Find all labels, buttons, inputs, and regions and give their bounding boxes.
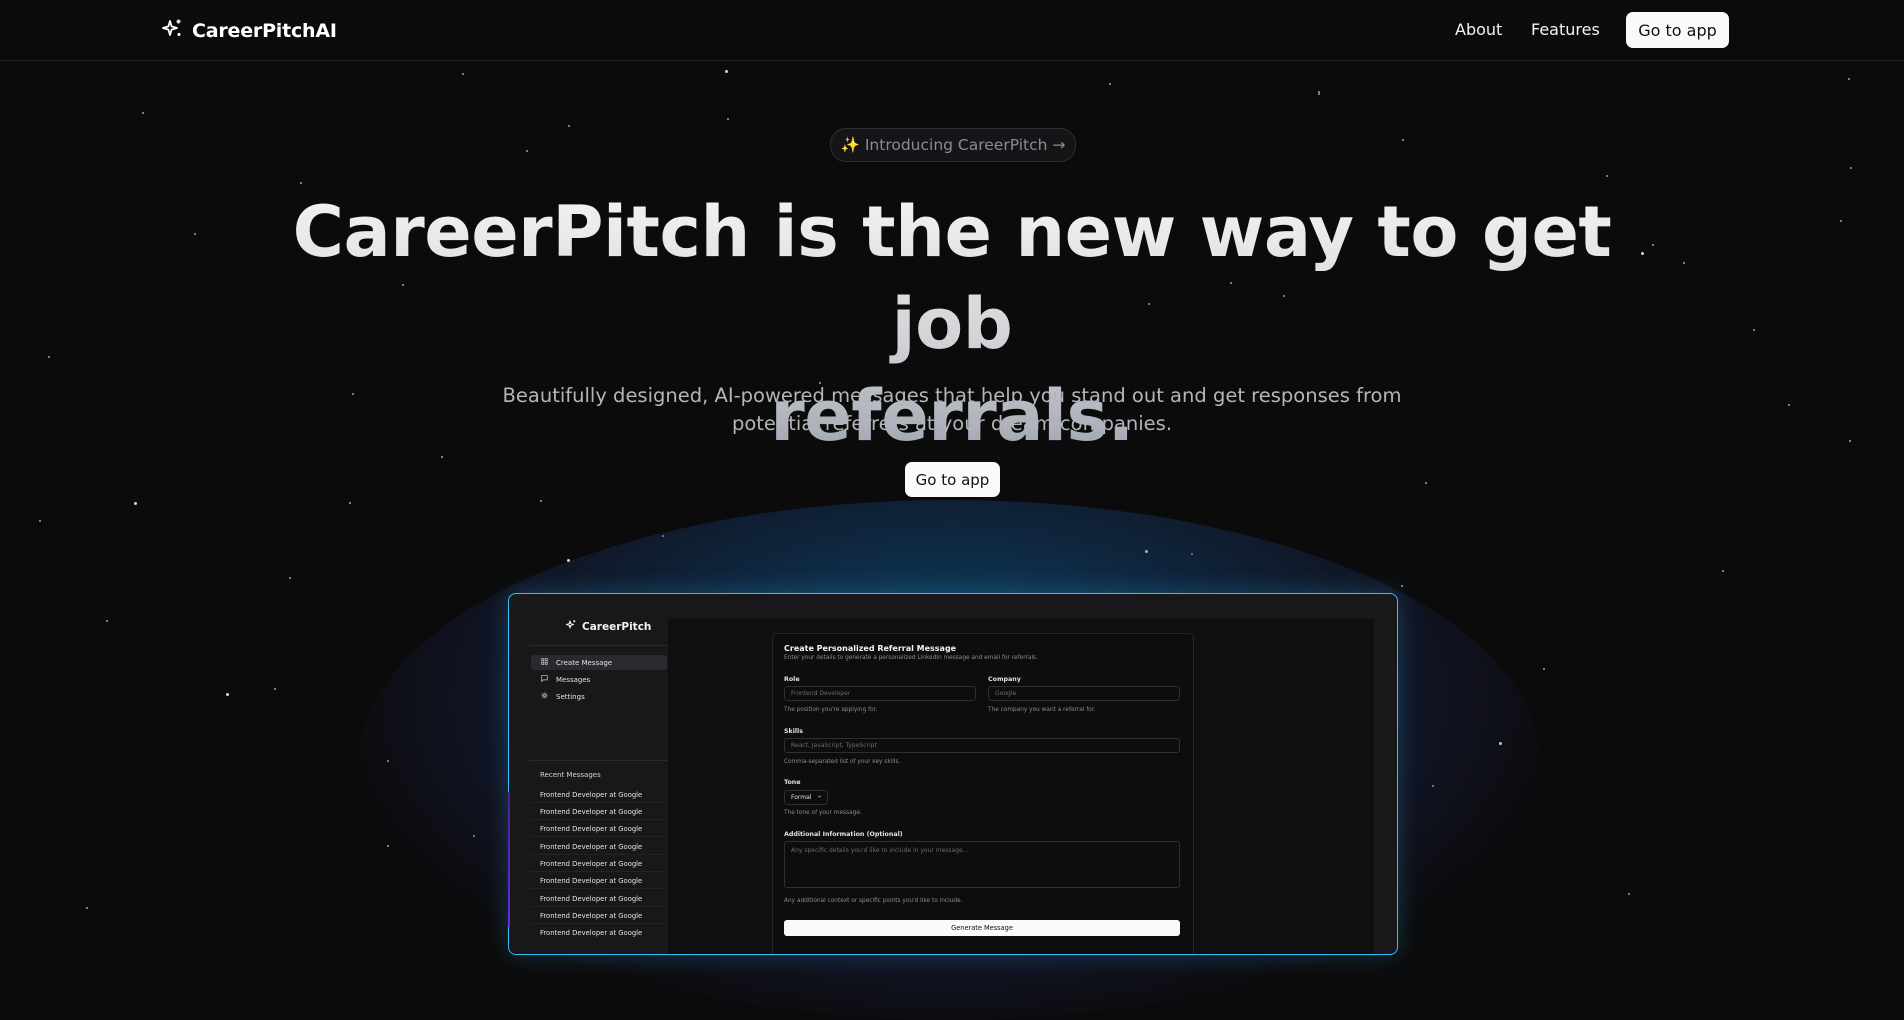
company-label: Company xyxy=(988,676,1021,683)
app-brand: CareerPitch xyxy=(565,619,651,634)
app-sidebar: CareerPitch Create Message Messages Sett… xyxy=(509,619,669,954)
generate-message-button[interactable]: Generate Message xyxy=(784,920,1180,936)
form-title: Create Personalized Referral Message xyxy=(784,644,957,653)
nav-go-to-app-button[interactable]: Go to app xyxy=(1626,12,1729,48)
hero-title-line-1: CareerPitch is the new way to get job xyxy=(292,191,1612,365)
additional-info-label: Additional Information (Optional) xyxy=(784,831,903,838)
frame-accent-edge xyxy=(508,792,510,927)
hero-go-to-app-button[interactable]: Go to app xyxy=(905,462,1000,497)
recent-message-item[interactable]: Frontend Developer at Google xyxy=(540,808,642,816)
sidebar-item-label: Create Message xyxy=(556,658,613,667)
sparkles-icon xyxy=(565,619,577,634)
tone-hint: The tone of your message. xyxy=(784,810,862,816)
recent-message-item[interactable]: Frontend Developer at Google xyxy=(540,912,642,920)
list-divider xyxy=(531,854,667,855)
recent-message-item[interactable]: Frontend Developer at Google xyxy=(540,825,642,833)
skills-hint: Comma-separated list of your key skills. xyxy=(784,759,901,765)
recent-message-item[interactable]: Frontend Developer at Google xyxy=(540,895,642,903)
gear-icon xyxy=(541,692,548,701)
list-divider xyxy=(531,888,667,889)
tone-select[interactable]: Formal xyxy=(784,790,828,805)
role-label: Role xyxy=(784,676,800,683)
recent-message-item[interactable]: Frontend Developer at Google xyxy=(540,843,642,851)
recent-message-item[interactable]: Frontend Developer at Google xyxy=(540,860,642,868)
brand-name: CareerPitchAI xyxy=(192,20,337,42)
company-hint: The company you want a referral for. xyxy=(988,707,1096,713)
sparkles-icon xyxy=(160,17,184,45)
app-brand-name: CareerPitch xyxy=(582,620,652,633)
additional-info-hint: Any additional context or specific point… xyxy=(784,898,963,904)
role-hint: The position you're applying for. xyxy=(784,707,878,713)
brand-logo[interactable]: CareerPitchAI xyxy=(160,17,337,45)
tone-label: Tone xyxy=(784,779,801,786)
sidebar-item-messages[interactable]: Messages xyxy=(531,672,667,687)
list-divider xyxy=(531,906,667,907)
skills-input[interactable]: React, JavaScript, TypeScript xyxy=(784,738,1180,753)
nav-link-features[interactable]: Features xyxy=(1531,20,1600,39)
role-input[interactable]: Frontend Developer xyxy=(784,686,976,701)
introducing-badge[interactable]: ✨ Introducing CareerPitch → xyxy=(830,128,1076,162)
app-preview-screenshot: CareerPitch Create Message Messages Sett… xyxy=(508,593,1398,955)
nav-link-about[interactable]: About xyxy=(1455,20,1502,39)
top-navbar: CareerPitchAI About Features Go to app xyxy=(0,0,1904,61)
list-divider xyxy=(531,819,667,820)
list-divider xyxy=(531,802,667,803)
recent-messages-title: Recent Messages xyxy=(540,771,601,779)
sidebar-item-label: Messages xyxy=(556,675,591,684)
recent-message-item[interactable]: Frontend Developer at Google xyxy=(540,791,642,799)
app-main-panel: Create Personalized Referral Message Ent… xyxy=(668,619,1374,954)
recent-message-item[interactable]: Frontend Developer at Google xyxy=(540,877,642,885)
message-icon xyxy=(541,675,548,684)
additional-info-textarea[interactable]: Any specific details you'd like to inclu… xyxy=(784,841,1180,888)
list-divider xyxy=(531,836,667,837)
skills-label: Skills xyxy=(784,728,803,735)
sidebar-item-settings[interactable]: Settings xyxy=(531,689,667,704)
recent-message-item[interactable]: Frontend Developer at Google xyxy=(540,929,642,937)
sidebar-item-label: Settings xyxy=(556,692,585,701)
create-message-form: Create Personalized Referral Message Ent… xyxy=(772,633,1194,954)
grid-icon xyxy=(541,658,548,667)
form-description: Enter your details to generate a persona… xyxy=(784,655,1038,661)
company-input[interactable]: Google xyxy=(988,686,1180,701)
sidebar-item-create-message[interactable]: Create Message xyxy=(531,655,667,670)
chevron-down-icon xyxy=(817,794,822,801)
hero-subtitle: Beautifully designed, AI-powered message… xyxy=(502,384,1402,435)
sidebar-divider xyxy=(529,645,669,646)
sidebar-divider xyxy=(529,760,669,761)
tone-select-value: Formal xyxy=(791,794,812,801)
list-divider xyxy=(531,871,667,872)
list-divider xyxy=(531,923,667,924)
